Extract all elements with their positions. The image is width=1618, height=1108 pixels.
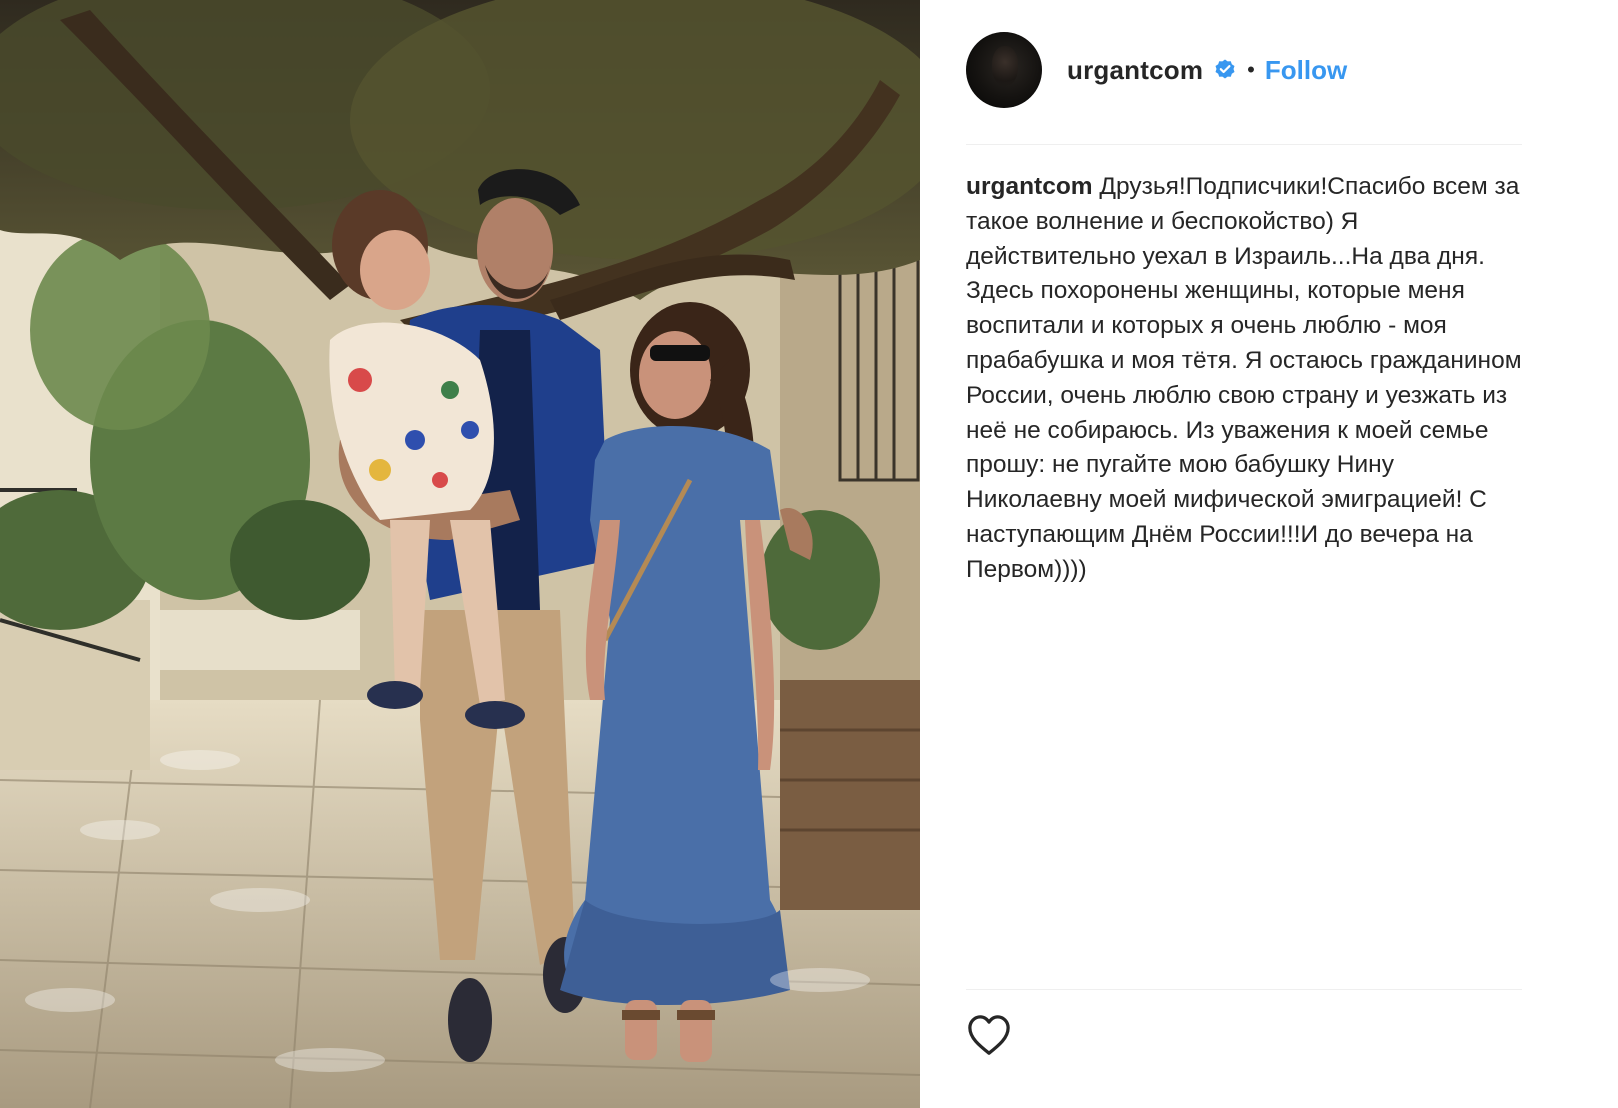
- post-photo[interactable]: [0, 0, 920, 1108]
- caption-text: Друзья!Подписчики!Спасибо всем за такое …: [966, 173, 1522, 583]
- family-photo: [0, 0, 920, 1108]
- follow-button[interactable]: Follow: [1265, 55, 1347, 86]
- instagram-post: urgantcom • Follow urgantcom Друзья!Подп…: [0, 0, 1618, 1108]
- post-caption: urgantcom Друзья!Подписчики!Спасибо всем…: [966, 170, 1526, 588]
- header-username[interactable]: urgantcom: [1067, 55, 1203, 86]
- avatar[interactable]: [966, 32, 1042, 108]
- heart-outline-icon[interactable]: [966, 1013, 1012, 1057]
- header-separator: •: [1247, 57, 1255, 82]
- caption-username[interactable]: urgantcom: [966, 173, 1093, 200]
- actions-divider: [966, 989, 1522, 990]
- post-side-panel: urgantcom • Follow urgantcom Друзья!Подп…: [920, 0, 1618, 1108]
- post-header: urgantcom • Follow: [966, 32, 1347, 108]
- verified-badge-icon: [1215, 59, 1235, 79]
- avatar-face: [992, 46, 1018, 86]
- header-divider: [966, 144, 1522, 145]
